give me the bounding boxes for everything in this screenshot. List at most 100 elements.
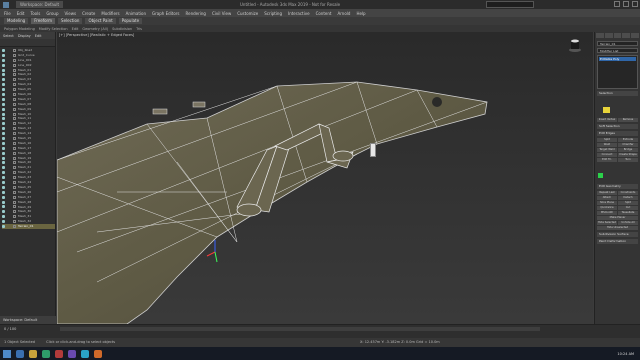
visibility-icon[interactable] bbox=[2, 200, 5, 204]
ribbon-edit[interactable]: Edit bbox=[72, 27, 79, 31]
tab-modeling[interactable]: Modeling bbox=[4, 18, 29, 24]
search-input[interactable] bbox=[486, 1, 534, 8]
workspace-selector[interactable]: Workspace: Default bbox=[16, 1, 64, 8]
make-planar-button[interactable]: Make Planar bbox=[597, 216, 638, 220]
chamfer-button[interactable]: Chamfer bbox=[618, 143, 638, 147]
connect-button[interactable]: Connect bbox=[597, 153, 617, 157]
taskbar-app-icon[interactable] bbox=[55, 349, 63, 358]
motion-tab-icon[interactable] bbox=[622, 33, 631, 38]
remove-button[interactable]: Remove bbox=[618, 118, 638, 122]
hide-unselected-button[interactable]: Hide Unselected bbox=[597, 226, 638, 230]
coordinate-readout[interactable]: X: 12.457m Y: -3.182m Z: 0.0m Grid = 10.… bbox=[360, 338, 440, 347]
system-clock[interactable]: 10:24 AM bbox=[617, 352, 634, 356]
section-edit-geometry[interactable]: Edit Geometry bbox=[597, 184, 638, 189]
visibility-icon[interactable] bbox=[2, 68, 5, 72]
visibility-icon[interactable] bbox=[2, 112, 5, 116]
ribbon-polygon-modeling[interactable]: Polygon Modeling bbox=[4, 27, 35, 31]
menu-scripting[interactable]: Scripting bbox=[264, 11, 282, 16]
visibility-icon[interactable] bbox=[2, 83, 5, 87]
close-icon[interactable] bbox=[632, 1, 638, 7]
menu-tools[interactable]: Tools bbox=[30, 11, 40, 16]
modifier-stack[interactable]: Editable Poly bbox=[597, 55, 638, 89]
visibility-icon[interactable] bbox=[2, 215, 5, 219]
detach-button[interactable]: Detach bbox=[618, 196, 638, 200]
hide-selected-button[interactable]: Hide Selected bbox=[597, 221, 617, 225]
menu-interactive[interactable]: Interactive bbox=[288, 11, 310, 16]
visibility-icon[interactable] bbox=[2, 102, 5, 106]
viewcube-icon[interactable] bbox=[568, 39, 582, 53]
scene-explorer-toolbar[interactable] bbox=[0, 39, 55, 47]
visibility-icon[interactable] bbox=[2, 73, 5, 77]
visibility-icon[interactable] bbox=[2, 53, 5, 57]
selection-color-swatch[interactable] bbox=[603, 107, 610, 113]
tab-object-paint[interactable]: Object Paint bbox=[85, 18, 116, 24]
perspective-viewport[interactable]: [+] [Perspective] [Realistic + Edged Fac… bbox=[57, 32, 593, 324]
taskbar-app-icon[interactable] bbox=[42, 349, 50, 358]
visibility-icon[interactable] bbox=[2, 176, 5, 180]
modify-tab-icon[interactable] bbox=[604, 33, 613, 38]
hierarchy-tab-icon[interactable] bbox=[613, 33, 622, 38]
visibility-icon[interactable] bbox=[2, 146, 5, 150]
minimize-icon[interactable] bbox=[614, 1, 620, 7]
taskbar-app-icon[interactable] bbox=[68, 349, 76, 358]
menu-rendering[interactable]: Rendering bbox=[186, 11, 206, 16]
ribbon-subdivision[interactable]: Subdivision bbox=[112, 27, 132, 31]
insert-vertex-button[interactable]: Insert Vertex bbox=[597, 118, 617, 122]
visibility-icon[interactable] bbox=[2, 117, 5, 121]
object-name-field[interactable]: Terrain_01 bbox=[597, 41, 638, 46]
menu-help[interactable]: Help bbox=[356, 11, 365, 16]
visibility-icon[interactable] bbox=[2, 151, 5, 155]
tab-display[interactable]: Display bbox=[18, 34, 31, 38]
visibility-icon[interactable] bbox=[2, 132, 5, 136]
menu-create[interactable]: Create bbox=[82, 11, 95, 16]
ribbon-geometry[interactable]: Geometry (All) bbox=[82, 27, 108, 31]
tessellate-button[interactable]: Tessellate bbox=[618, 211, 638, 215]
repeat-last-button[interactable]: Repeat Last bbox=[597, 191, 617, 195]
visibility-icon[interactable] bbox=[2, 220, 5, 224]
target-weld-button[interactable]: Target Weld bbox=[597, 148, 617, 152]
extrude-button[interactable]: Extrude bbox=[618, 138, 638, 142]
menu-views[interactable]: Views bbox=[65, 11, 77, 16]
modifier-list-dropdown[interactable]: Modifier List bbox=[597, 48, 638, 53]
visibility-icon[interactable] bbox=[2, 166, 5, 170]
msmooth-button[interactable]: MSmooth bbox=[597, 211, 617, 215]
visibility-icon[interactable] bbox=[2, 141, 5, 145]
visibility-icon[interactable] bbox=[2, 171, 5, 175]
display-tab-icon[interactable] bbox=[631, 33, 639, 38]
visibility-icon[interactable] bbox=[2, 185, 5, 189]
create-shape-button[interactable]: Create Shape bbox=[618, 153, 638, 157]
section-soft-selection[interactable]: Soft Selection bbox=[597, 124, 638, 129]
create-tab-icon[interactable] bbox=[596, 33, 604, 38]
menu-arnold[interactable]: Arnold bbox=[337, 11, 350, 16]
quickslice-button[interactable]: Quickslice bbox=[597, 206, 617, 210]
visibility-icon[interactable] bbox=[2, 63, 5, 67]
visibility-icon[interactable] bbox=[2, 107, 5, 111]
stack-item[interactable]: Editable Poly bbox=[599, 57, 636, 61]
bridge-button[interactable]: Bridge bbox=[618, 148, 638, 152]
maximize-icon[interactable] bbox=[623, 1, 629, 7]
attach-button[interactable]: Attach bbox=[597, 196, 617, 200]
viewport-scene[interactable] bbox=[57, 32, 593, 324]
weld-button[interactable]: Weld bbox=[597, 143, 617, 147]
section-paint-deformation[interactable]: Paint Deformation bbox=[597, 239, 638, 244]
start-icon[interactable] bbox=[3, 349, 11, 358]
menu-content[interactable]: Content bbox=[316, 11, 332, 16]
section-edit-edges[interactable]: Edit Edges bbox=[597, 131, 638, 136]
taskbar-app-icon[interactable] bbox=[81, 349, 89, 358]
split-button[interactable]: Split bbox=[597, 138, 617, 142]
visibility-icon[interactable] bbox=[2, 97, 5, 101]
menu-modifiers[interactable]: Modifiers bbox=[101, 11, 119, 16]
visibility-icon[interactable] bbox=[2, 190, 5, 194]
ribbon-modify-selection[interactable]: Modify Selection bbox=[39, 27, 68, 31]
visibility-icon[interactable] bbox=[2, 180, 5, 184]
visibility-icon[interactable] bbox=[2, 161, 5, 165]
menu-civil-view[interactable]: Civil View bbox=[212, 11, 231, 16]
taskbar-app-icon[interactable] bbox=[94, 349, 102, 358]
menu-group[interactable]: Group bbox=[46, 11, 58, 16]
split-toggle[interactable]: Split bbox=[618, 201, 638, 205]
taskbar-app-icon[interactable] bbox=[16, 349, 24, 358]
visibility-icon[interactable] bbox=[2, 210, 5, 214]
visibility-icon[interactable] bbox=[2, 205, 5, 209]
edit-tri-button[interactable]: Edit Tri. bbox=[597, 158, 617, 162]
taskbar-app-icon[interactable] bbox=[29, 349, 37, 358]
